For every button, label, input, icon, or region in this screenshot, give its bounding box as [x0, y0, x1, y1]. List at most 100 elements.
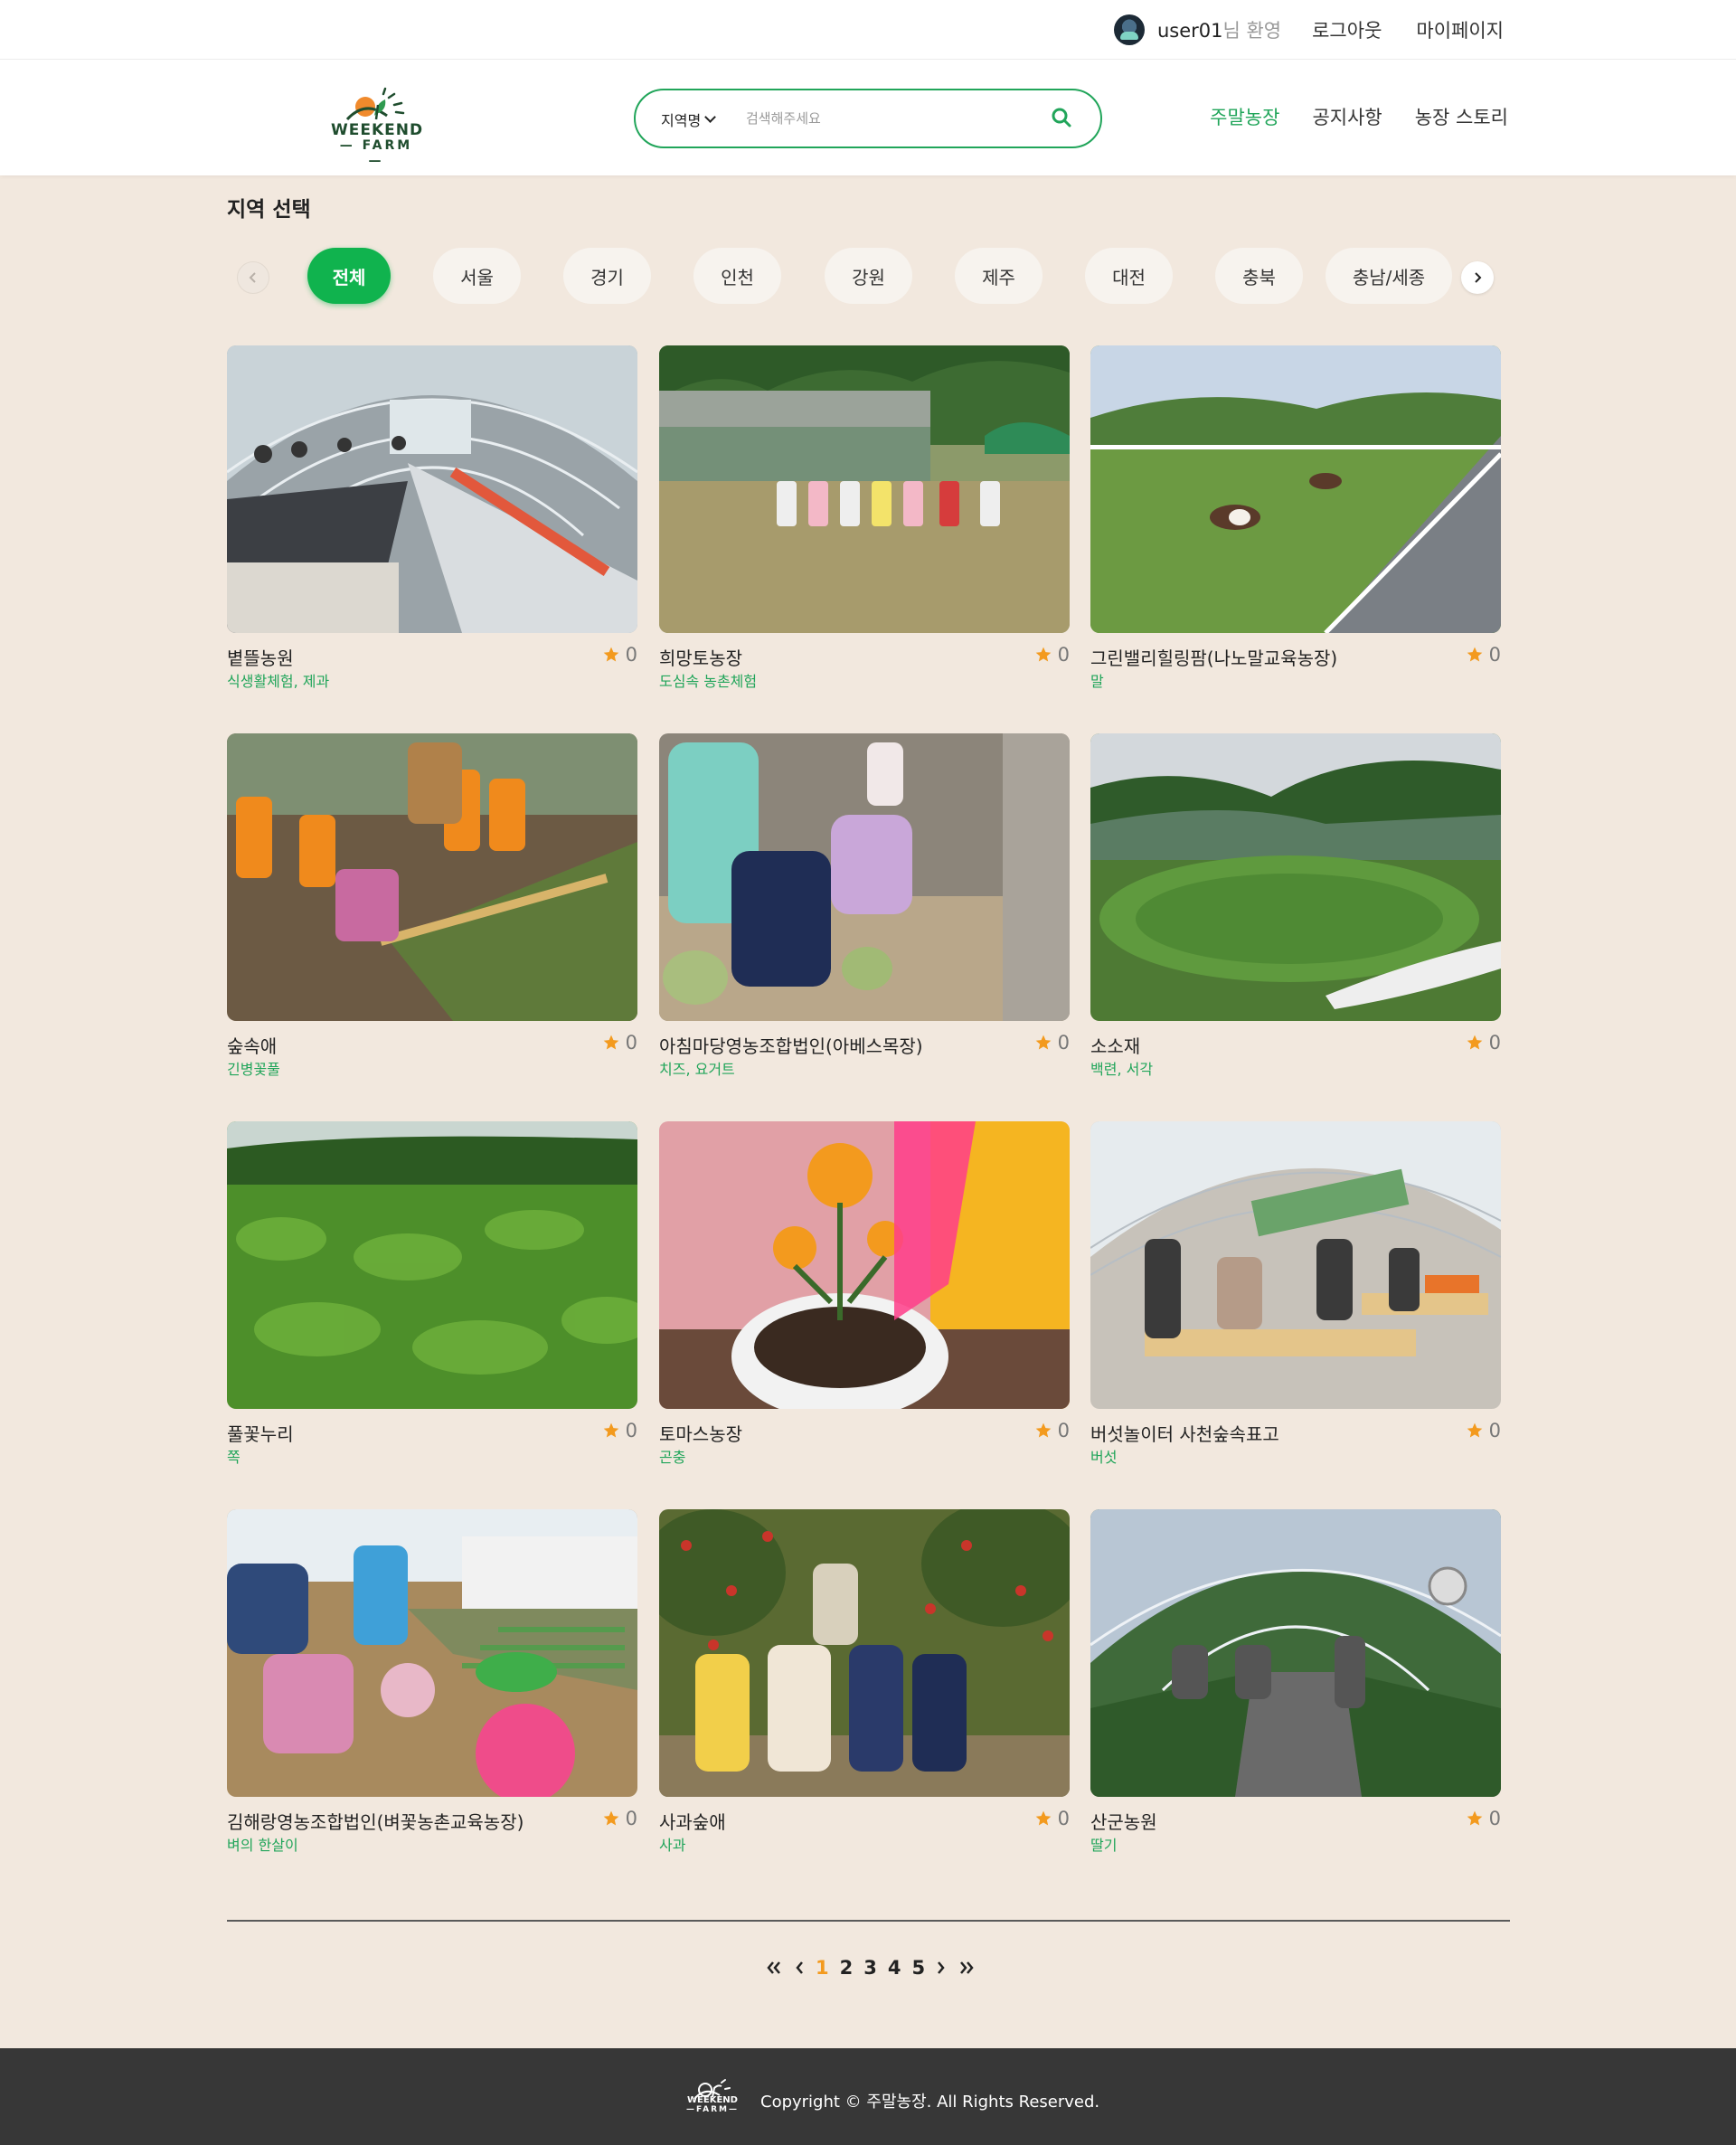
farm-name[interactable]: 산군농원 [1090, 1808, 1157, 1834]
farm-card[interactable]: 아침마당영농조합법인(아베스목장) 치즈, 요거트 0 [659, 733, 1070, 1078]
star-icon [1467, 647, 1482, 662]
page-3[interactable]: 3 [863, 1957, 877, 1979]
double-chevron-left-icon [767, 1961, 780, 1974]
rating-value: 0 [1488, 1420, 1501, 1441]
region-chip-chungbuk[interactable]: 충북 [1215, 248, 1303, 304]
farm-card[interactable]: 산군농원 딸기 0 [1090, 1509, 1501, 1854]
region-select[interactable]: 지역명 [661, 109, 717, 130]
region-chip-gangwon[interactable]: 강원 [825, 248, 912, 304]
rating-value: 0 [1057, 1032, 1070, 1054]
star-icon [603, 647, 618, 662]
nav-notice[interactable]: 공지사항 [1312, 103, 1382, 130]
search-input[interactable] [746, 103, 1017, 134]
farm-card[interactable]: 숲속애 긴병꽃풀 0 [227, 733, 637, 1078]
logout-link[interactable]: 로그아웃 [1312, 16, 1382, 43]
first-page-button[interactable] [765, 1960, 783, 1976]
next-page-button[interactable] [936, 1960, 947, 1976]
region-select-label: 지역명 [661, 112, 702, 129]
rating-value: 0 [625, 1420, 637, 1441]
region-carousel: 전체 서울 경기 인천 강원 제주 대전 충북 충남/세종 [237, 248, 1494, 306]
last-page-button[interactable] [958, 1960, 976, 1976]
farm-name[interactable]: 소소재 [1090, 1032, 1140, 1058]
farm-image[interactable] [1090, 733, 1501, 1021]
nav-weekend-farm[interactable]: 주말농장 [1210, 103, 1279, 130]
farm-card[interactable]: 그린밸리힐링팜(나노말교육농장) 말 0 [1090, 345, 1501, 690]
region-chip-all[interactable]: 전체 [307, 248, 391, 304]
farm-name[interactable]: 풀꽃누리 [227, 1420, 294, 1446]
star-icon [1035, 1810, 1051, 1826]
farm-image[interactable] [659, 1121, 1070, 1409]
farm-image[interactable] [1090, 1121, 1501, 1409]
copyright-text: Copyright © 주말농장. All Rights Reserved. [760, 2093, 1100, 2112]
footer-logo-line2: —FARM— [686, 2105, 739, 2114]
farm-name[interactable]: 토마스농장 [659, 1420, 742, 1446]
farm-name[interactable]: 숲속애 [227, 1032, 277, 1058]
farm-card[interactable]: 풀꽃누리 쪽 0 [227, 1121, 637, 1466]
welcome-suffix: 님 환영 [1222, 20, 1282, 42]
region-chip-daejeon[interactable]: 대전 [1085, 248, 1173, 304]
region-chip-jeju[interactable]: 제주 [955, 248, 1043, 304]
farm-card[interactable]: 토마스농장 곤충 0 [659, 1121, 1070, 1466]
farm-card[interactable]: 사과숲애 사과 0 [659, 1509, 1070, 1854]
prev-page-button[interactable] [794, 1960, 805, 1976]
farm-image[interactable] [659, 1509, 1070, 1797]
weekend-farm-logo[interactable]: WEEKEND — FARM — [331, 83, 422, 168]
search-icon[interactable] [1050, 106, 1073, 129]
region-prev-button[interactable] [237, 261, 269, 294]
farm-image[interactable] [659, 733, 1070, 1021]
region-next-button[interactable] [1461, 261, 1494, 294]
farm-rating: 0 [1034, 1808, 1070, 1829]
farm-tags: 긴병꽃풀 [227, 1061, 280, 1078]
region-chip-seoul[interactable]: 서울 [433, 248, 521, 304]
page-2[interactable]: 2 [840, 1957, 854, 1979]
farm-card[interactable]: 희망토농장 도심속 농촌체험 0 [659, 345, 1070, 690]
farm-image[interactable] [1090, 345, 1501, 633]
avatar[interactable] [1113, 14, 1145, 45]
region-chip-chungnam-sejong[interactable]: 충남/세종 [1326, 248, 1452, 304]
star-icon [1467, 1810, 1482, 1826]
mypage-link[interactable]: 마이페이지 [1416, 16, 1504, 43]
farm-name[interactable]: 희망토농장 [659, 644, 742, 670]
farm-image[interactable] [227, 345, 637, 633]
star-icon [603, 1810, 618, 1826]
farm-image[interactable] [659, 345, 1070, 633]
farm-card[interactable]: 소소재 백련, 서각 0 [1090, 733, 1501, 1078]
pagination: 1 2 3 4 5 [765, 1957, 976, 1979]
star-icon [1035, 1035, 1051, 1050]
farm-card[interactable]: 볕뜰농원 식생활체험, 제과 0 [227, 345, 637, 690]
farm-card[interactable]: 버섯놀이터 사천숲속표고 버섯 0 [1090, 1121, 1501, 1466]
main-header: WEEKEND — FARM — 지역명 주말농장 공지사항 농장 스토리 [0, 60, 1736, 175]
footer-logo-line1: WEEKEND [687, 2095, 738, 2105]
region-chip-gyeonggi[interactable]: 경기 [563, 248, 651, 304]
double-chevron-right-icon [960, 1961, 974, 1974]
star-icon [603, 1035, 618, 1050]
farm-rating: 0 [1466, 1420, 1501, 1441]
farm-image[interactable] [227, 1121, 637, 1409]
page-5[interactable]: 5 [912, 1957, 926, 1979]
farm-name[interactable]: 볕뜰농원 [227, 644, 294, 670]
region-chip-incheon[interactable]: 인천 [693, 248, 781, 304]
farm-image[interactable] [1090, 1509, 1501, 1797]
page-4[interactable]: 4 [888, 1957, 901, 1979]
farm-tags: 벼의 한살이 [227, 1837, 298, 1854]
farm-name[interactable]: 김해랑영농조합법인(벼꽃농촌교육농장) [227, 1808, 524, 1834]
farm-rating: 0 [1034, 644, 1070, 666]
farm-tags: 말 [1090, 673, 1104, 690]
page-1[interactable]: 1 [816, 1957, 829, 1979]
star-icon [1467, 1035, 1482, 1050]
logo-text: WEEKEND — FARM — [331, 123, 422, 169]
farm-card[interactable]: 김해랑영농조합법인(벼꽃농촌교육농장) 벼의 한살이 0 [227, 1509, 637, 1854]
farm-rating: 0 [1034, 1420, 1070, 1441]
farm-image[interactable] [227, 733, 637, 1021]
farm-name[interactable]: 버섯놀이터 사천숲속표고 [1090, 1420, 1279, 1446]
farm-image[interactable] [227, 1509, 637, 1797]
farm-tags: 도심속 농촌체험 [659, 673, 758, 690]
farm-name[interactable]: 사과숲애 [659, 1808, 726, 1834]
star-icon [603, 1422, 618, 1438]
farm-name[interactable]: 아침마당영농조합법인(아베스목장) [659, 1032, 923, 1058]
rating-value: 0 [625, 644, 637, 666]
farm-name[interactable]: 그린밸리힐링팜(나노말교육농장) [1090, 644, 1337, 670]
footer: WEEKEND —FARM— Copyright © 주말농장. All Rig… [0, 2048, 1736, 2145]
nav-farm-story[interactable]: 농장 스토리 [1415, 103, 1508, 130]
farm-tags: 곤충 [659, 1449, 686, 1466]
